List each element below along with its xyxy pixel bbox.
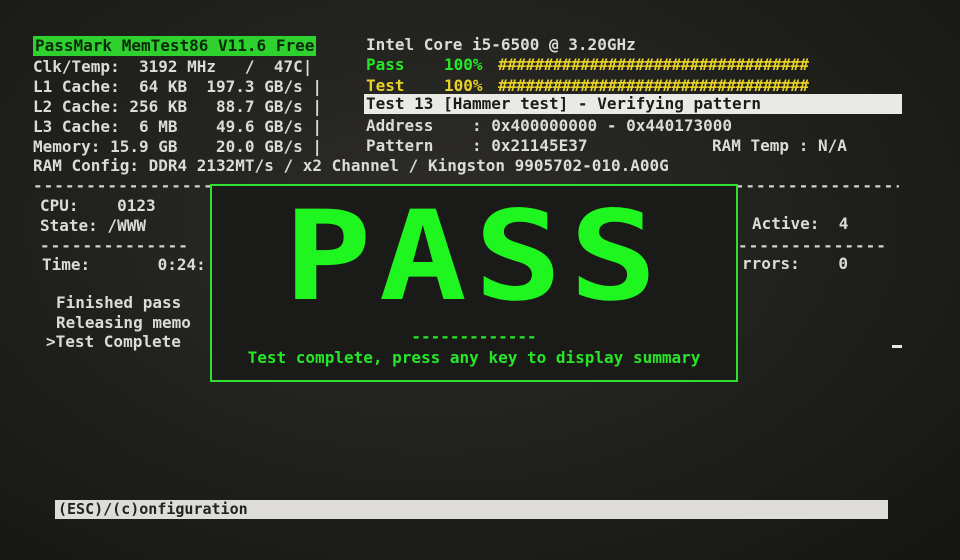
- pass-label: Pass: [366, 55, 405, 74]
- pass-progress-bar: ##################################: [498, 55, 809, 74]
- ram-config: RAM Config: DDR4 2132MT/s / x2 Channel /…: [33, 156, 669, 175]
- memory-info: Memory: 15.9 GB 20.0 GB/s |: [33, 137, 322, 156]
- current-test: Test 13 [Hammer test] - Verifying patter…: [364, 94, 902, 114]
- footer-keys[interactable]: (ESC)/(c)onfiguration: [55, 500, 888, 519]
- pass-percent: 100%: [444, 55, 483, 74]
- log-line: Finished pass: [56, 293, 182, 312]
- l1-cache: L1 Cache: 64 KB 197.3 GB/s |: [33, 77, 322, 96]
- result-separator: -------------: [411, 327, 537, 346]
- ram-temp: RAM Temp : N/A: [712, 136, 847, 155]
- clk-temp: Clk/Temp: 3192 MHz / 47C|: [33, 57, 313, 76]
- test-label: Test: [366, 76, 405, 95]
- text-cursor: [892, 345, 902, 348]
- result-message: Test complete, press any key to display …: [247, 348, 701, 367]
- test-percent: 100%: [444, 76, 483, 95]
- app-title: PassMark MemTest86 V11.6 Free: [33, 36, 317, 56]
- l3-cache: L3 Cache: 6 MB 49.6 GB/s |: [33, 117, 322, 136]
- log-line: >Test Complete: [46, 332, 181, 351]
- cpu-id: CPU: 0123: [40, 196, 156, 215]
- pass-status: PASS: [283, 185, 665, 329]
- l2-cache: L2 Cache: 256 KB 88.7 GB/s |: [33, 97, 322, 116]
- state: State: /WWW: [40, 216, 146, 235]
- pattern: Pattern : 0x21145E37: [366, 136, 588, 155]
- cpu-name: Intel Core i5-6500 @ 3.20GHz: [366, 35, 636, 54]
- result-dialog[interactable]: PASS ------------- Test complete, press …: [210, 184, 738, 382]
- test-progress-bar: ##################################: [498, 76, 809, 95]
- address-range: Address : 0x400000000 - 0x440173000: [366, 116, 733, 135]
